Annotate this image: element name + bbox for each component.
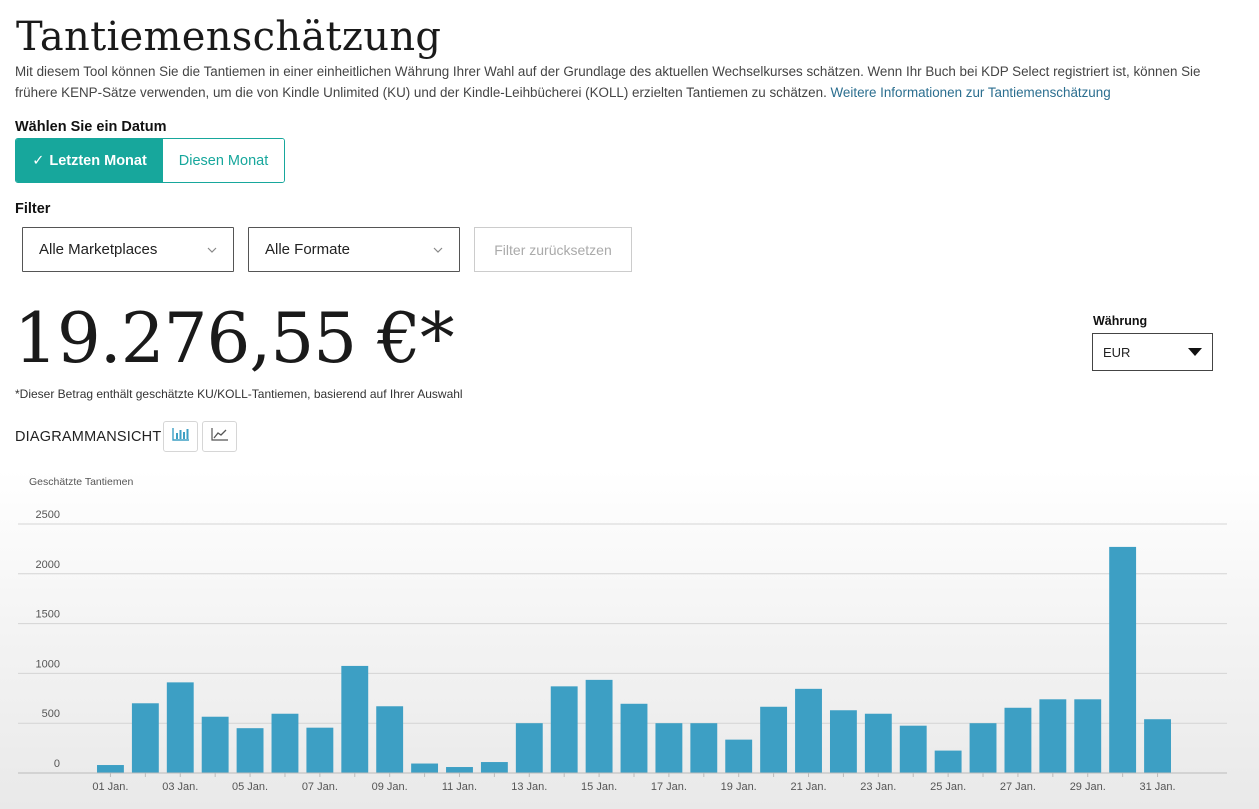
bar[interactable]: [1004, 707, 1032, 773]
bar[interactable]: [795, 688, 822, 773]
option-last-month[interactable]: ✓ Letzten Monat: [16, 139, 163, 182]
marketplace-value: Alle Marketplaces: [39, 241, 158, 258]
x-tick-label: 01 Jan.: [92, 781, 128, 793]
x-tick-label: 13 Jan.: [511, 781, 547, 793]
x-tick-label: 05 Jan.: [232, 781, 268, 793]
bar[interactable]: [725, 739, 753, 773]
bar[interactable]: [341, 665, 369, 773]
bar[interactable]: [306, 727, 334, 773]
chevron-down-icon: [433, 244, 443, 256]
format-dropdown[interactable]: Alle Formate: [248, 227, 460, 272]
royalties-bar-chart: 0 500 1000 1500 2000 2500 01 Jan. 03 Jan. 05 Jan…: [18, 509, 1227, 793]
x-tick-label: 31 Jan.: [1140, 781, 1176, 793]
bar[interactable]: [899, 725, 927, 773]
check-icon: ✓: [32, 152, 45, 169]
y-tick-label: 500: [42, 708, 60, 720]
filter-label: Filter: [15, 201, 51, 217]
total-note: *Dieser Betrag enthält geschätzte KU/KOL…: [15, 387, 463, 401]
y-tick-label: 0: [54, 758, 60, 770]
bar[interactable]: [480, 762, 508, 773]
chart-view-label: DIAGRAMMANSICHT: [15, 429, 162, 445]
x-tick-label: 11 Jan.: [442, 781, 477, 793]
bar[interactable]: [620, 703, 648, 773]
info-link[interactable]: Weitere Informationen zur Tantiemenschät…: [831, 85, 1111, 100]
total-royalties-amount: 19.276,55 €*: [14, 299, 454, 379]
chart-y-axis-title: Geschätzte Tantiemen: [29, 476, 134, 488]
currency-select[interactable]: EUR: [1092, 333, 1213, 371]
currency-value: EUR: [1103, 344, 1131, 360]
bar[interactable]: [97, 765, 124, 773]
line-chart-view-button[interactable]: [202, 421, 237, 452]
chevron-down-icon: [207, 244, 217, 256]
bar[interactable]: [1144, 719, 1171, 773]
bar[interactable]: [201, 716, 229, 773]
bar[interactable]: [864, 713, 892, 773]
bar-chart-icon: [171, 427, 190, 446]
bar[interactable]: [271, 713, 299, 773]
y-tick-label: 2500: [36, 509, 60, 521]
bar[interactable]: [376, 706, 404, 773]
date-selector-label: Wählen Sie ein Datum: [15, 119, 167, 135]
bar-chart-view-button[interactable]: [163, 421, 198, 452]
bar[interactable]: [655, 723, 683, 773]
x-tick-label: 17 Jan.: [651, 781, 687, 793]
bar[interactable]: [1109, 546, 1137, 773]
bar[interactable]: [934, 750, 962, 773]
y-tick-label: 1000: [36, 658, 60, 670]
x-tick-label: 29 Jan.: [1070, 781, 1106, 793]
bar[interactable]: [585, 679, 613, 773]
x-tick-label: 19 Jan.: [721, 781, 757, 793]
date-selector: ✓ Letzten Monat Diesen Monat: [15, 138, 285, 183]
option-this-month[interactable]: Diesen Monat: [163, 139, 284, 182]
page-description: Mit diesem Tool können Sie die Tantiemen…: [15, 61, 1235, 103]
x-tick-label: 15 Jan.: [581, 781, 617, 793]
bar[interactable]: [1039, 699, 1067, 773]
option-last-month-label: Letzten Monat: [49, 152, 147, 169]
line-chart-icon: [210, 427, 229, 446]
bar[interactable]: [515, 723, 543, 773]
bar[interactable]: [690, 723, 718, 773]
bar[interactable]: [236, 728, 264, 773]
reset-filter-button[interactable]: Filter zurücksetzen: [474, 227, 632, 272]
bar[interactable]: [411, 763, 439, 773]
bar[interactable]: [131, 703, 159, 773]
bar[interactable]: [446, 767, 473, 773]
x-tick-label: 27 Jan.: [1000, 781, 1036, 793]
x-tick-label: 03 Jan.: [162, 781, 198, 793]
bar[interactable]: [1074, 699, 1102, 773]
caret-down-icon: [1188, 348, 1202, 356]
x-tick-label: 25 Jan.: [930, 781, 966, 793]
bar[interactable]: [760, 706, 788, 773]
x-tick-label: 21 Jan.: [790, 781, 826, 793]
currency-label: Währung: [1093, 314, 1148, 328]
format-value: Alle Formate: [265, 241, 351, 258]
bar[interactable]: [166, 682, 194, 773]
x-tick-label: 07 Jan.: [302, 781, 338, 793]
y-tick-label: 1500: [36, 609, 60, 621]
x-tick-label: 09 Jan.: [372, 781, 408, 793]
bar[interactable]: [969, 723, 997, 773]
page-title: Tantiemenschätzung: [16, 14, 442, 60]
bar[interactable]: [550, 686, 578, 773]
y-tick-label: 2000: [36, 559, 60, 571]
option-this-month-label: Diesen Monat: [178, 152, 269, 169]
marketplace-dropdown[interactable]: Alle Marketplaces: [22, 227, 234, 272]
bar[interactable]: [829, 710, 857, 773]
x-tick-label: 23 Jan.: [860, 781, 896, 793]
